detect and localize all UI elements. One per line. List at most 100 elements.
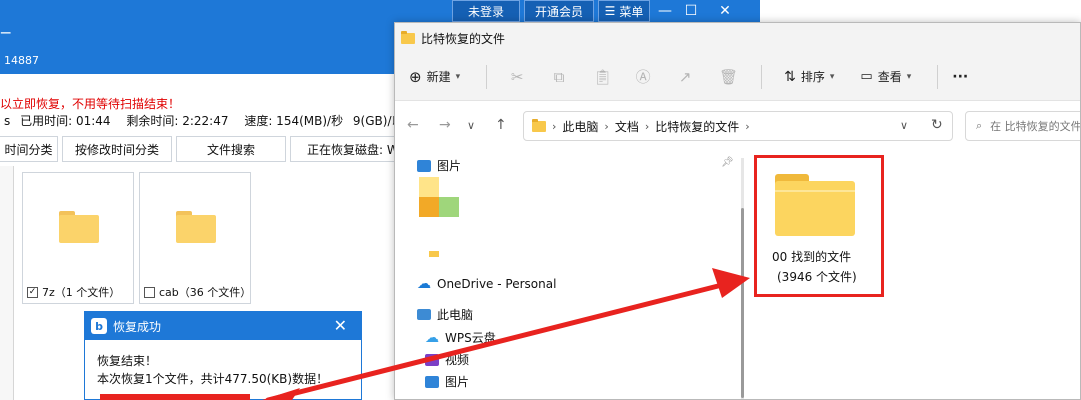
sidebar-item-onedrive[interactable]: ☁ OneDrive - Personal bbox=[417, 277, 556, 291]
sidebar-item-pictures-pinned[interactable]: 图片 bbox=[417, 157, 461, 174]
view-icon: ▭ bbox=[860, 69, 873, 84]
file-card-label: cab（36 个文件） bbox=[159, 286, 252, 299]
recovery-success-dialog: b 恢复成功 ✕ 恢复结束！ 本次恢复1个文件，共计477.50(KB)数据！ bbox=[84, 311, 362, 400]
more-options-button[interactable]: ··· bbox=[952, 69, 968, 85]
pin-icon[interactable]: 📌︎ bbox=[721, 157, 734, 168]
address-dropdown-icon[interactable]: ∨ bbox=[900, 119, 908, 132]
folder-icon bbox=[176, 211, 216, 243]
tab-label: 时间分类 bbox=[4, 142, 53, 157]
computer-icon bbox=[417, 309, 431, 320]
dialog-titlebar: b 恢复成功 ✕ bbox=[85, 312, 361, 340]
breadcrumb-separator-icon: › bbox=[644, 119, 650, 133]
chevron-down-icon: ▾ bbox=[829, 71, 835, 82]
close-icon[interactable]: ✕ bbox=[712, 0, 738, 22]
menu-button[interactable]: ☰ 菜单 bbox=[598, 0, 650, 22]
plus-circle-icon: ⊕ bbox=[409, 67, 422, 86]
paste-icon[interactable]: 📋︎ bbox=[593, 68, 612, 86]
file-checkbox[interactable]: ✓ bbox=[27, 286, 38, 298]
toolbar-divider bbox=[937, 64, 939, 89]
found-files-folder[interactable]: 00 找到的文件 (3946 个文件) bbox=[754, 155, 884, 297]
tab-file-search[interactable]: 文件搜索 bbox=[176, 136, 286, 162]
cut-icon[interactable]: ✂ bbox=[509, 68, 525, 86]
history-chevron-icon[interactable]: ∨ bbox=[467, 119, 475, 132]
copy-icon[interactable]: ⧉ bbox=[551, 68, 567, 86]
scan-speed: 速度: 154(MB)/秒 bbox=[244, 114, 344, 128]
folder-icon bbox=[401, 30, 415, 44]
folder-icon bbox=[775, 174, 855, 236]
tab-label: 正在恢复磁盘: W bbox=[307, 142, 399, 157]
app-logo-icon: b bbox=[91, 318, 107, 334]
maximize-icon[interactable]: ☐ bbox=[678, 0, 704, 22]
sidebar-item-label: WPS云盘 bbox=[445, 331, 496, 345]
login-label: 未登录 bbox=[467, 4, 504, 19]
breadcrumb-item[interactable]: 比特恢复的文件 bbox=[655, 118, 739, 135]
dialog-message-2: 本次恢复1个文件，共计477.50(KB)数据！ bbox=[97, 372, 329, 386]
tab-label: 文件搜索 bbox=[206, 142, 255, 157]
picture-icon bbox=[425, 375, 439, 388]
toolbar-divider bbox=[486, 64, 488, 89]
view-button[interactable]: ▭ 查看 ▾ bbox=[860, 68, 911, 85]
folder-file-count: (3946 个文件) bbox=[777, 270, 857, 284]
file-card-7z[interactable]: ✓ 7z（1 个文件） bbox=[22, 172, 134, 304]
sidebar-item-label: 图片 bbox=[437, 159, 462, 173]
chevron-down-icon: ▾ bbox=[455, 71, 461, 82]
sort-button[interactable]: ⇅ 排序 ▾ bbox=[784, 68, 834, 85]
navigation-scrollbar[interactable] bbox=[741, 158, 744, 399]
scrollbar-thumb[interactable] bbox=[741, 208, 744, 398]
sidebar-item-label: 视频 bbox=[445, 353, 470, 367]
new-label: 新建 bbox=[426, 70, 451, 84]
forward-icon[interactable]: → bbox=[439, 117, 451, 133]
vip-button[interactable]: 开通会员 bbox=[524, 0, 594, 22]
folder-name: 00 找到的文件 bbox=[772, 250, 852, 264]
search-icon: ⌕ bbox=[976, 119, 983, 132]
explorer-toolbar: ⊕ 新建 ▾ ✂ ⧉ 📋︎ Ⓐ ↗ 🗑︎ ⇅ 排序 ▾ ▭ 查看 ▾ ··· bbox=[395, 53, 1080, 101]
file-card-caption: cab（36 个文件） bbox=[144, 284, 251, 300]
tab-modified-time[interactable]: 按修改时间分类 bbox=[62, 136, 172, 162]
sidebar-item-pictures[interactable]: 图片 bbox=[425, 373, 469, 390]
sidebar-item-wps-cloud[interactable]: ☁ WPS云盘 bbox=[425, 329, 496, 346]
minimize-icon[interactable]: — bbox=[652, 0, 678, 22]
sidebar-item-videos[interactable]: 视频 bbox=[425, 351, 469, 368]
navigation-pane: 图片 📌︎ ☁ OneDrive - Personal 此电脑 ☁ WPS云盘 … bbox=[395, 151, 735, 399]
new-button[interactable]: ⊕ 新建 ▾ bbox=[409, 68, 460, 86]
menu-label: 菜单 bbox=[619, 4, 644, 19]
sort-label: 排序 bbox=[800, 70, 825, 84]
stats-prefix: s bbox=[4, 114, 11, 128]
dialog-message-1: 恢复结束！ bbox=[97, 354, 158, 368]
back-icon[interactable]: ← bbox=[407, 117, 419, 133]
breadcrumb-item[interactable]: 文档 bbox=[615, 118, 639, 135]
tab-recovering-disk[interactable]: 正在恢复磁盘: W bbox=[290, 136, 400, 162]
view-label: 查看 bbox=[877, 70, 902, 84]
delete-icon[interactable]: 🗑︎ bbox=[719, 68, 738, 86]
refresh-icon[interactable]: ↻ bbox=[931, 117, 943, 133]
breadcrumb-item[interactable]: 此电脑 bbox=[562, 118, 598, 135]
explorer-titlebar: 比特恢复的文件 bbox=[395, 23, 1080, 53]
search-box[interactable]: ⌕ 在 比特恢复的文件 bbox=[965, 111, 1080, 141]
scan-stats: s 已用时间: 01:44 剩余时间: 2:22:47 速度: 154(MB)/… bbox=[0, 112, 455, 129]
picture-icon bbox=[417, 159, 431, 172]
sidebar-item-label: OneDrive - Personal bbox=[437, 277, 557, 291]
rename-icon[interactable]: Ⓐ bbox=[635, 66, 651, 87]
elapsed-time: 已用时间: 01:44 bbox=[20, 114, 111, 128]
chevron-down-icon: ▾ bbox=[906, 71, 912, 82]
tab-label: 按修改时间分类 bbox=[74, 142, 159, 157]
navigation-bar: ← → ∨ ↑ › 此电脑 › 文档 › 比特恢复的文件 › ∨ ↻ ⌕ 在 比… bbox=[395, 109, 1080, 143]
sidebar-item-this-pc[interactable]: 此电脑 bbox=[417, 306, 473, 323]
share-icon[interactable]: ↗ bbox=[677, 68, 693, 86]
up-icon[interactable]: ↑ bbox=[495, 117, 507, 133]
remaining-time: 剩余时间: 2:22:47 bbox=[126, 114, 229, 128]
address-bar[interactable]: › 此电脑 › 文档 › 比特恢复的文件 › ∨ bbox=[523, 111, 953, 141]
vip-label: 开通会员 bbox=[534, 4, 583, 19]
file-card-cab[interactable]: cab（36 个文件） bbox=[139, 172, 251, 304]
toolbar-divider bbox=[761, 64, 763, 89]
category-tabs: 时间分类 按修改时间分类 文件搜索 正在恢复磁盘: W bbox=[0, 136, 404, 162]
cloud-icon: ☁ bbox=[417, 276, 431, 292]
tab-time-category[interactable]: 时间分类 bbox=[0, 136, 58, 162]
breadcrumb-separator-icon: › bbox=[745, 119, 750, 133]
dialog-close-icon[interactable]: ✕ bbox=[334, 316, 347, 335]
app-title-fragment: ‒ bbox=[0, 22, 12, 43]
file-checkbox[interactable] bbox=[144, 286, 155, 298]
breadcrumb-separator-icon: › bbox=[552, 119, 557, 133]
file-card-caption: ✓ 7z（1 个文件） bbox=[27, 284, 120, 300]
login-button[interactable]: 未登录 bbox=[452, 0, 520, 22]
